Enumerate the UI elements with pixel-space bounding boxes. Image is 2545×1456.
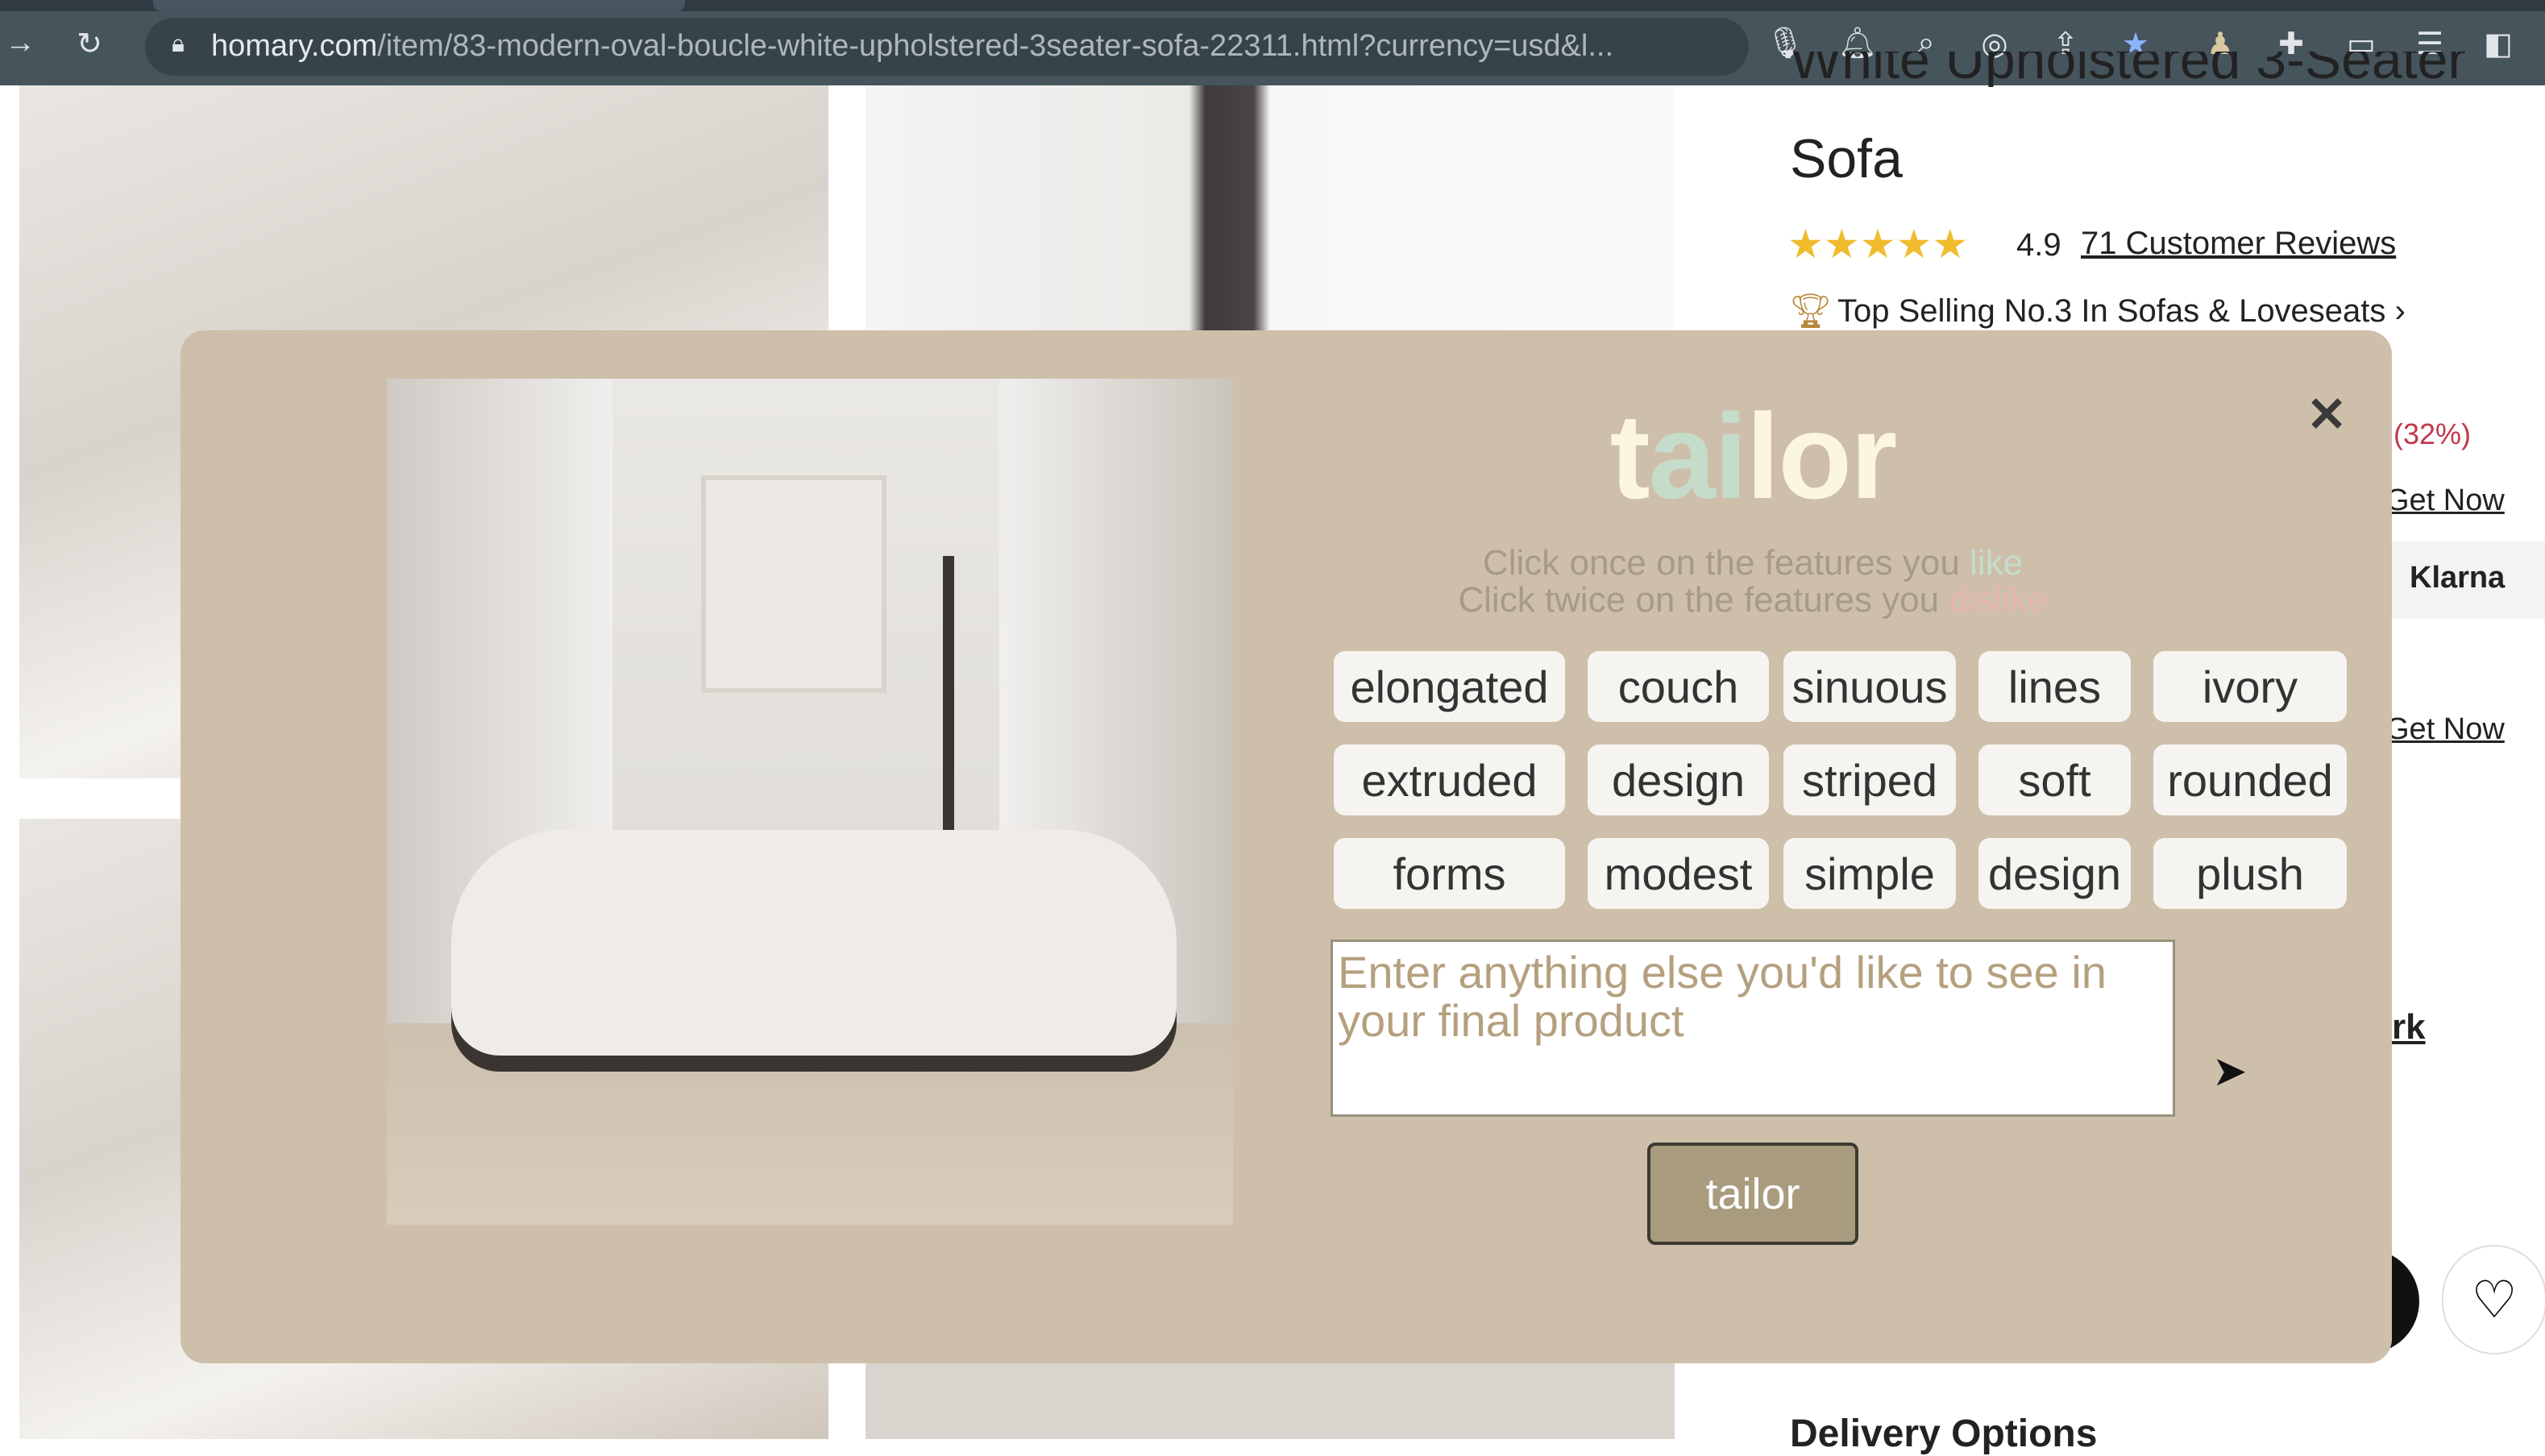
feature-chip[interactable]: simple [1783,838,1956,909]
reviews-link[interactable]: 71 Customer Reviews [2081,226,2396,262]
feature-chip[interactable]: elongated [1334,651,1565,722]
star-icon: ★ [1787,222,1824,267]
partial-link[interactable]: rk [2392,1007,2426,1047]
url-path: /item/83-modern-oval-boucle-white-uphols… [377,29,1614,63]
instruction-text: Click twice on the features you [1458,580,1949,620]
product-photo-4[interactable] [866,1362,1675,1439]
feature-chip[interactable]: striped [1783,745,1956,815]
delivery-options-heading: Delivery Options [1790,1412,2098,1455]
feature-chip[interactable]: couch [1588,651,1769,722]
tailor-logo: tailor [1451,387,2055,526]
feature-chip[interactable]: design [1978,838,2131,909]
instruction-dislike: Click twice on the features you dislike [1289,580,2216,620]
feature-chip[interactable]: soft [1978,745,2131,815]
product-title-partial: White Upholstered 3-Seater [1790,52,2467,87]
product-title: Sofa [1790,128,1903,189]
logo-part: t [1609,388,1650,524]
logo-part-accent: ai [1648,388,1748,524]
sofa-image [387,379,1233,1225]
star-icon: ★ [1932,222,1969,267]
get-now-link-2[interactable]: Get Now [2385,712,2505,747]
instruction-text: Click once on the features you [1482,543,1970,583]
feature-chip[interactable]: extruded [1334,745,1565,815]
wishlist-heart-button[interactable]: ♡ [2442,1245,2545,1354]
trophy-icon: 🏆︎ [1789,292,1833,330]
feature-chip[interactable]: modest [1588,838,1769,909]
instruction-like: Click once on the features you like [1289,543,2216,583]
url-host: homary.com [211,29,378,63]
rating-stars: ★★★★★ [1787,221,1968,268]
active-tab[interactable] [153,0,685,11]
top-selling-link[interactable]: Top Selling No.3 In Sofas & Loveseats › [1837,293,2406,330]
discount-percent: (32%) [2393,417,2472,450]
sidebar-icon[interactable]: ◧ [2478,26,2518,62]
star-icon: ★ [1859,222,1896,267]
klarna-text: Klarna [2410,561,2506,595]
dislike-word: dislike [1949,580,2048,620]
heart-icon: ♡ [2471,1270,2518,1329]
top-selling-text: Top Selling No.3 In Sofas & Loveseats [1837,293,2386,329]
forward-icon[interactable]: → [0,26,40,60]
get-now-link-1[interactable]: Get Now [2385,483,2505,518]
feature-chip[interactable]: design [1588,745,1769,815]
additional-features-input[interactable] [1331,940,2175,1117]
feature-chip[interactable]: forms [1334,838,1565,909]
lock-icon[interactable]: 🔒︎ [158,31,198,58]
feature-chip[interactable]: ivory [2153,651,2347,722]
feature-chip[interactable]: rounded [2153,745,2347,815]
reload-icon[interactable]: ↻ [69,26,110,62]
mouse-cursor-icon: ➤ [2212,1048,2248,1095]
rating-value: 4.9 [2016,227,2061,263]
feature-chip[interactable]: sinuous [1783,651,1956,722]
tailor-submit-button[interactable]: tailor [1647,1143,1858,1245]
close-icon[interactable]: ✕ [2306,387,2347,443]
like-word: like [1970,543,2024,583]
star-icon: ★ [1823,222,1860,267]
logo-part: lor [1746,388,1898,524]
star-icon: ★ [1895,222,1933,267]
feature-chip[interactable]: plush [2153,838,2347,909]
feature-chip[interactable]: lines [1978,651,2131,722]
url-text[interactable]: homary.com/item/83-modern-oval-boucle-wh… [211,29,1613,64]
